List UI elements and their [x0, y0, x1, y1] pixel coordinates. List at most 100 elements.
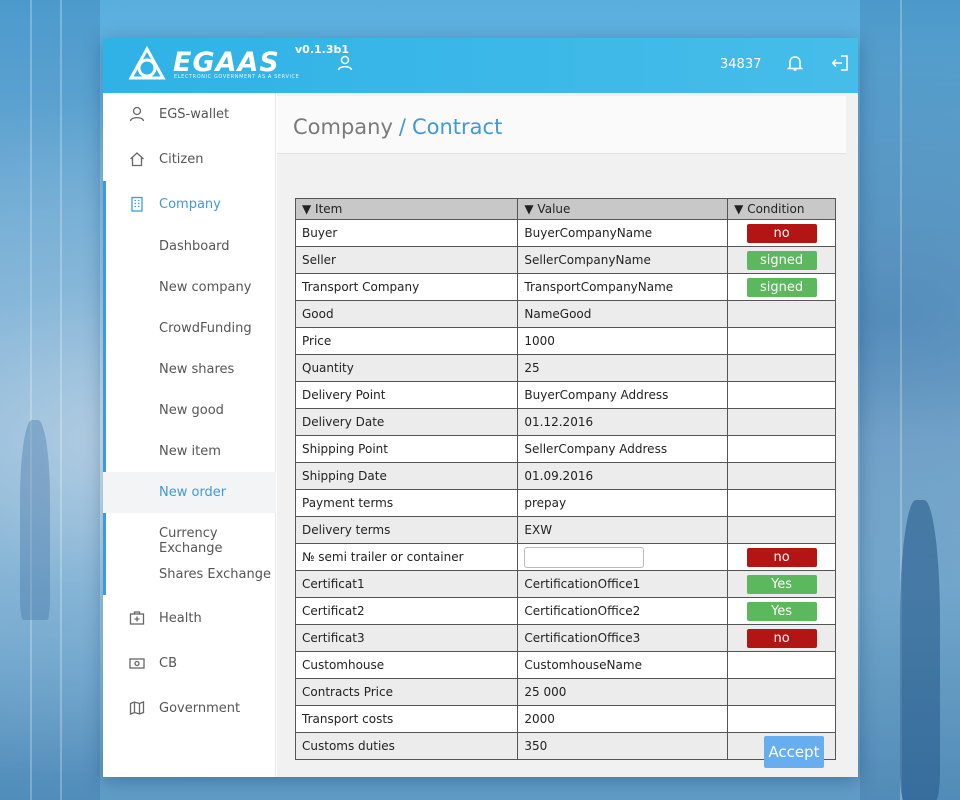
- sidebar-item-label: EGS-wallet: [159, 107, 230, 122]
- submenu-item-new-shares[interactable]: New shares: [103, 349, 276, 390]
- sidebar-item-citizen[interactable]: Citizen: [103, 138, 276, 182]
- cell-condition: no: [727, 219, 836, 247]
- cell-item: Payment terms: [294, 489, 519, 517]
- cell-value: CertificationOffice2: [517, 597, 729, 625]
- table-row: Buyer BuyerCompanyName no: [294, 219, 836, 247]
- status-badge[interactable]: signed: [746, 250, 817, 270]
- cell-item: Delivery Date: [294, 408, 519, 436]
- building-icon: [131, 196, 143, 212]
- submenu-item-label: New shares: [159, 362, 235, 377]
- cell-value: [517, 543, 729, 571]
- accept-button[interactable]: Accept: [764, 736, 824, 768]
- cell-condition: signed: [727, 273, 836, 301]
- sidebar-item-cb[interactable]: CB: [103, 642, 276, 686]
- submenu-item-label: CrowdFunding: [159, 321, 252, 336]
- table-row: Customhouse CustomhouseName: [294, 651, 836, 679]
- cell-item: Seller: [294, 246, 519, 274]
- submenu-item-new-company[interactable]: New company: [103, 267, 276, 308]
- cell-value: 25: [517, 354, 729, 382]
- submenu-item-currency-exchange[interactable]: Currency Exchange: [103, 513, 276, 556]
- cell-condition: [727, 435, 836, 463]
- cell-value: SellerCompany Address: [517, 435, 729, 463]
- cell-value: TransportCompanyName: [517, 273, 729, 301]
- balance-value: 34837: [720, 57, 762, 72]
- table-row: Transport Company TransportCompanyName sig…: [294, 273, 836, 301]
- status-badge[interactable]: Yes: [746, 574, 817, 594]
- cell-item: Contracts Price: [294, 678, 519, 706]
- submenu-item-label: New order: [159, 485, 227, 500]
- cell-value: 2000: [517, 705, 729, 733]
- submenu-item-new-order[interactable]: New order: [103, 472, 276, 513]
- sidebar-item-egs-wallet[interactable]: EGS-wallet: [103, 93, 276, 137]
- submenu-item-new-good[interactable]: New good: [103, 390, 276, 431]
- table-row: Delivery Date 01.12.2016: [294, 408, 836, 436]
- cell-value: 01.09.2016: [517, 462, 729, 490]
- column-header-condition[interactable]: ▼ Condition: [727, 198, 836, 220]
- submenu-item-dashboard[interactable]: Dashboard: [103, 226, 276, 267]
- cell-condition: [727, 705, 836, 733]
- table-row: Shipping Point SellerCompany Address: [294, 435, 836, 463]
- cell-item: Quantity: [294, 354, 519, 382]
- breadcrumb-separator: /: [398, 115, 406, 139]
- cell-condition: signed: [727, 246, 836, 274]
- status-badge[interactable]: no: [746, 547, 817, 567]
- cell-condition: [727, 489, 836, 517]
- submenu-item-label: Currency Exchange: [159, 526, 223, 556]
- sidebar-item-government[interactable]: Government: [103, 687, 276, 731]
- cell-item: Delivery Point: [294, 381, 519, 409]
- cell-item: Customs duties: [294, 732, 519, 760]
- sidebar: EGS-wallet Citizen Company Dashboard New…: [103, 93, 276, 777]
- table-row: Contracts Price 25 000: [294, 678, 836, 706]
- cell-value: BuyerCompany Address: [517, 381, 729, 409]
- sidebar-item-label: Government: [159, 701, 241, 716]
- table-row: Seller SellerCompanyName signed: [294, 246, 836, 274]
- sidebar-item-health[interactable]: Health: [103, 597, 276, 641]
- table-row: Certificat1 CertificationOffice1 Yes: [294, 570, 836, 598]
- cell-item: Certificat3: [294, 624, 519, 652]
- cell-condition: [727, 300, 836, 328]
- cell-item: Transport Company: [294, 273, 519, 301]
- medkit-icon: [129, 611, 145, 625]
- cell-value: 25 000: [517, 678, 729, 706]
- table-row: Quantity 25: [294, 354, 836, 382]
- status-badge[interactable]: signed: [746, 277, 817, 297]
- cell-condition: [727, 381, 836, 409]
- sidebar-item-label: Citizen: [159, 152, 204, 167]
- table-row: Delivery terms EXW: [294, 516, 836, 544]
- status-badge[interactable]: no: [746, 628, 817, 648]
- table-row: Customs duties 350: [294, 732, 836, 760]
- submenu-item-label: New item: [159, 444, 221, 459]
- table-row: Certificat2 CertificationOffice2 Yes: [294, 597, 836, 625]
- contract-table: ▼ Item ▼ Value ▼ Condition Buyer BuyerCom…: [294, 198, 836, 760]
- container-number-input[interactable]: [524, 546, 645, 568]
- cell-item: Delivery terms: [294, 516, 519, 544]
- cell-item: Customhouse: [294, 651, 519, 679]
- cell-condition: Yes: [727, 570, 836, 598]
- submenu-item-crowdfunding[interactable]: CrowdFunding: [103, 308, 276, 349]
- cell-value: 1000: [517, 327, 729, 355]
- submenu-item-label: New company: [159, 280, 252, 295]
- top-bar: EGAAS ELECTRONIC GOVERNMENT AS A SERVICE…: [103, 38, 858, 93]
- submenu-item-shares-exchange[interactable]: Shares Exchange: [103, 554, 276, 595]
- cell-value: BuyerCompanyName: [517, 219, 729, 247]
- column-header-value[interactable]: ▼ Value: [517, 198, 729, 220]
- status-badge[interactable]: Yes: [746, 601, 817, 621]
- bell-icon[interactable]: [787, 54, 803, 72]
- logout-icon[interactable]: [831, 54, 849, 72]
- page-title: Contract: [411, 115, 503, 139]
- submenu-item-new-item[interactable]: New item: [103, 431, 276, 472]
- cell-condition: [727, 354, 836, 382]
- cell-condition: [727, 462, 836, 490]
- cell-item: Transport costs: [294, 705, 519, 733]
- user-icon[interactable]: [337, 55, 353, 71]
- banknote-icon: [129, 658, 145, 669]
- cell-item: № semi trailer or container: [294, 543, 519, 571]
- cell-condition: [727, 408, 836, 436]
- map-icon: [129, 701, 145, 715]
- column-header-item[interactable]: ▼ Item: [294, 198, 519, 220]
- sidebar-item-company[interactable]: Company: [103, 183, 276, 227]
- app-window: EGAAS ELECTRONIC GOVERNMENT AS A SERVICE…: [103, 38, 858, 777]
- status-badge[interactable]: no: [746, 223, 817, 243]
- table-row: Delivery Point BuyerCompany Address: [294, 381, 836, 409]
- breadcrumb-section[interactable]: Company: [293, 115, 393, 139]
